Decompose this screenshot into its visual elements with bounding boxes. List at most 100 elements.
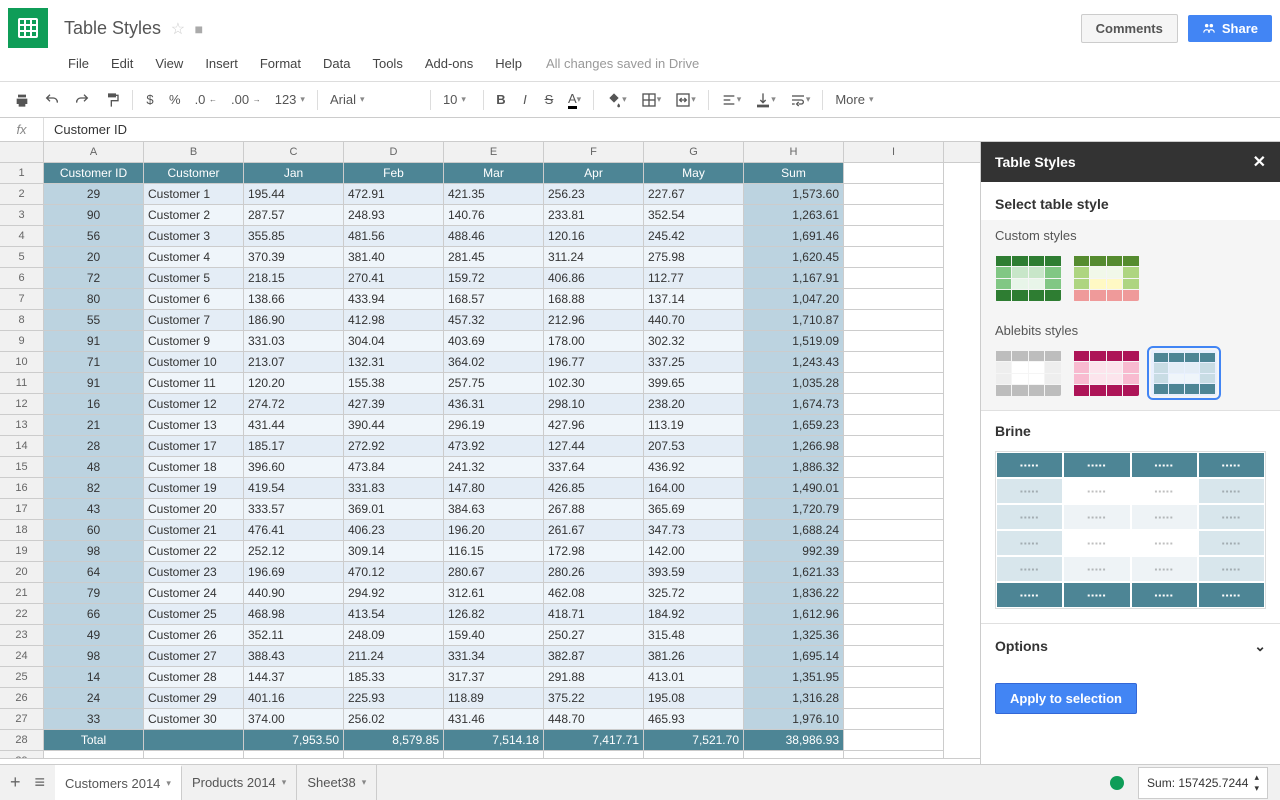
cell[interactable] [244,751,344,758]
valign-button[interactable]: ▾ [749,87,782,113]
cell[interactable]: 1,674.73 [744,394,844,415]
row-header[interactable]: 10 [0,352,44,373]
row-header[interactable]: 22 [0,604,44,625]
cell[interactable]: Customer 26 [144,625,244,646]
row-header[interactable]: 3 [0,205,44,226]
menu-view[interactable]: View [147,52,191,75]
comments-button[interactable]: Comments [1081,14,1178,43]
cell[interactable] [144,730,244,751]
cell[interactable]: 436.31 [444,394,544,415]
cell[interactable]: 28 [44,436,144,457]
table-header-cell[interactable]: Feb [344,163,444,184]
cell[interactable]: 413.01 [644,667,744,688]
cell[interactable]: Customer 6 [144,289,244,310]
close-icon[interactable]: ✕ [1253,152,1266,172]
row-header[interactable]: 18 [0,520,44,541]
cell[interactable]: 1,720.79 [744,499,844,520]
cell[interactable]: 248.93 [344,205,444,226]
ablebits-style-brine[interactable] [1151,350,1217,396]
cell[interactable]: 159.40 [444,625,544,646]
row-header[interactable]: 21 [0,583,44,604]
cell[interactable]: Total [44,730,144,751]
cell[interactable]: 14 [44,667,144,688]
cell[interactable]: 270.41 [344,268,444,289]
add-sheet-button[interactable]: + [10,772,21,793]
cell[interactable]: 29 [44,184,144,205]
cell[interactable]: 38,986.93 [744,730,844,751]
row-header[interactable]: 8 [0,310,44,331]
cell[interactable]: 120.16 [544,226,644,247]
cell[interactable]: 337.25 [644,352,744,373]
cell[interactable]: 396.60 [244,457,344,478]
menu-help[interactable]: Help [487,52,530,75]
row-header[interactable]: 27 [0,709,44,730]
chevron-down-icon[interactable]: ▾ [166,778,171,789]
cell[interactable]: 413.54 [344,604,444,625]
cell[interactable]: 1,351.95 [744,667,844,688]
cell[interactable]: 384.63 [444,499,544,520]
cell[interactable]: 403.69 [444,331,544,352]
sheet-tab-sheet38[interactable]: Sheet38▾ [297,765,377,800]
doc-title[interactable]: Table Styles [64,18,161,39]
cell[interactable]: 281.45 [444,247,544,268]
cell[interactable]: 440.70 [644,310,744,331]
strike-button[interactable]: S [538,87,560,113]
undo-icon[interactable] [38,87,66,113]
cell[interactable]: 126.82 [444,604,544,625]
cell[interactable]: 98 [44,646,144,667]
cell[interactable]: 1,316.28 [744,688,844,709]
cell[interactable]: 60 [44,520,144,541]
cell[interactable]: 296.19 [444,415,544,436]
cell[interactable]: 304.04 [344,331,444,352]
cell[interactable]: 238.20 [644,394,744,415]
cell[interactable]: 992.39 [744,541,844,562]
menu-data[interactable]: Data [315,52,358,75]
cell[interactable]: 470.12 [344,562,444,583]
cell[interactable]: Customer 2 [144,205,244,226]
cell[interactable]: 427.39 [344,394,444,415]
cell[interactable]: 1,612.96 [744,604,844,625]
row-header[interactable]: 24 [0,646,44,667]
more-button[interactable]: More ▾ [829,90,879,109]
cell[interactable]: 337.64 [544,457,644,478]
cell[interactable]: 365.69 [644,499,744,520]
cell[interactable]: 427.96 [544,415,644,436]
cell[interactable]: 317.37 [444,667,544,688]
cell[interactable]: 195.44 [244,184,344,205]
cell[interactable]: 7,953.50 [244,730,344,751]
cell[interactable]: 462.08 [544,583,644,604]
cell[interactable]: 80 [44,289,144,310]
cell[interactable]: 419.54 [244,478,344,499]
menu-format[interactable]: Format [252,52,309,75]
row-header[interactable]: 15 [0,457,44,478]
cell[interactable]: 1,836.22 [744,583,844,604]
cell[interactable]: 227.67 [644,184,744,205]
cell[interactable] [644,751,744,758]
cell[interactable]: Customer 24 [144,583,244,604]
cell[interactable]: 168.57 [444,289,544,310]
row-header[interactable]: 14 [0,436,44,457]
menu-tools[interactable]: Tools [364,52,410,75]
cell[interactable]: 436.92 [644,457,744,478]
cell[interactable]: 473.84 [344,457,444,478]
cell[interactable]: 1,573.60 [744,184,844,205]
row-header[interactable]: 17 [0,499,44,520]
cell[interactable]: Customer 25 [144,604,244,625]
cell[interactable]: 112.77 [644,268,744,289]
ablebits-style-2[interactable] [1073,350,1139,396]
options-accordion[interactable]: Options ⌄ [981,623,1280,669]
cell[interactable]: 195.08 [644,688,744,709]
star-icon[interactable]: ☆ [171,21,185,38]
cell[interactable]: Customer 3 [144,226,244,247]
select-all-corner[interactable] [0,142,44,162]
cell[interactable]: 138.66 [244,289,344,310]
row-header[interactable]: 29 [0,751,44,758]
cell[interactable]: 186.90 [244,310,344,331]
cell[interactable]: 1,976.10 [744,709,844,730]
cell[interactable]: 388.43 [244,646,344,667]
cell[interactable]: 64 [44,562,144,583]
wrap-button[interactable]: ▾ [784,87,817,113]
cell[interactable] [744,751,844,758]
font-size-select[interactable]: 10 ▾ [437,90,477,109]
cell[interactable]: 352.11 [244,625,344,646]
